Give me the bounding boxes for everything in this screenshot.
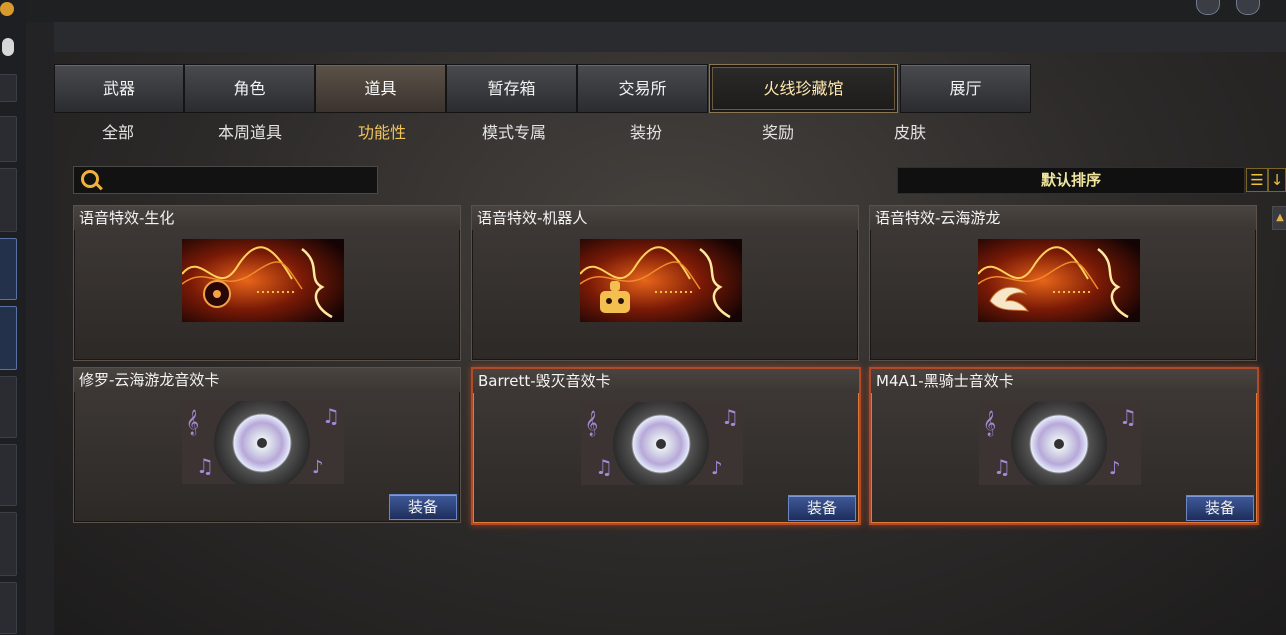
sort-dropdown[interactable]: 默认排序 [897,167,1245,194]
item-title: 语音特效-机器人 [477,209,588,227]
subtab-rewards[interactable]: 奖励 [718,114,838,152]
subcategory-tabs: 全部 本周道具 功能性 模式专属 装扮 奖励 皮肤 [54,114,1286,152]
left-gap [26,0,54,635]
voice-effect-image [580,239,742,322]
sound-card-image: 𝄞 ♫ ♫ ♪ [979,402,1141,485]
svg-text:♪: ♪ [1109,458,1121,479]
sound-card-image: 𝄞 ♫ ♫ ♪ [182,401,344,484]
sound-card-image: 𝄞 ♫ ♫ ♪ [581,402,743,485]
svg-text:♫: ♫ [322,404,340,428]
svg-text:𝄞: 𝄞 [983,410,996,436]
subtab-functional[interactable]: 功能性 [322,114,442,152]
header-bar [54,22,1286,52]
sidebar-slot[interactable] [0,582,17,634]
svg-text:♫: ♫ [595,455,613,479]
sidebar-slot[interactable] [0,444,17,506]
sidebar-slot[interactable] [0,306,17,370]
item-card[interactable]: 语音特效-机器人 [471,205,859,361]
left-sidebar [0,0,27,635]
sidebar-slot[interactable] [0,116,17,162]
svg-text:𝄞: 𝄞 [186,409,199,435]
svg-text:♫: ♫ [721,405,739,429]
tab-weapons[interactable]: 武器 [54,64,184,113]
coin-icon [0,2,14,16]
svg-text:♪: ♪ [711,458,723,479]
search-zoom-icon[interactable] [1236,0,1260,15]
tab-characters[interactable]: 角色 [184,64,315,113]
tab-exchange[interactable]: 交易所 [577,64,708,113]
top-bar [26,0,1286,22]
sidebar-slot[interactable] [0,512,17,576]
svg-text:♫: ♫ [196,454,214,478]
svg-text:𝄞: 𝄞 [585,410,598,436]
tab-storage[interactable]: 暂存箱 [446,64,577,113]
item-card[interactable]: 修罗-云海游龙音效卡 𝄞 ♫ ♫ ♪ 装备 [73,367,461,523]
item-card[interactable]: 语音特效-生化 [73,205,461,361]
item-title: 语音特效-云海游龙 [875,209,1001,227]
item-card-selected[interactable]: M4A1-黑骑士音效卡 𝄞 ♫ ♫ ♪ 装备 [869,367,1259,525]
list-view-icon[interactable]: ☰ [1246,168,1268,192]
equip-button[interactable]: 装备 [1186,495,1254,521]
sidebar-slot[interactable] [0,376,17,438]
subtab-skins[interactable]: 皮肤 [850,114,970,152]
svg-text:♫: ♫ [993,455,1011,479]
svg-text:♪: ♪ [312,457,324,478]
tab-items[interactable]: 道具 [315,64,446,113]
target-icon[interactable] [1196,0,1220,15]
store-panel: 武器 角色 道具 暂存箱 交易所 火线珍藏馆 展厅 全部 本周道具 功能性 模式… [54,52,1286,635]
item-title: Barrett-毁灭音效卡 [478,372,611,390]
equip-button[interactable]: 装备 [389,494,457,520]
sidebar-slot[interactable] [0,168,17,232]
sidebar-slot[interactable] [0,74,17,102]
search-icon [81,170,99,188]
search-box[interactable] [73,166,378,194]
item-card-selected[interactable]: Barrett-毁灭音效卡 𝄞 ♫ ♫ ♪ 装备 [471,367,861,525]
subtab-mode-exclusive[interactable]: 模式专属 [454,114,574,152]
voice-effect-image [978,239,1140,322]
scroll-up-arrow[interactable]: ▲ [1272,206,1286,230]
subtab-all[interactable]: 全部 [58,114,178,152]
tab-showroom[interactable]: 展厅 [900,64,1031,113]
sort-desc-icon[interactable]: ↓ [1268,168,1286,192]
equip-button[interactable]: 装备 [788,495,856,521]
item-title: 语音特效-生化 [79,209,175,227]
subtab-appearance[interactable]: 装扮 [586,114,706,152]
item-card[interactable]: 语音特效-云海游龙 [869,205,1257,361]
voice-effect-image [182,239,344,322]
tab-collection-hall[interactable]: 火线珍藏馆 [709,64,898,113]
biohazard-icon [203,280,231,308]
subtab-weekly[interactable]: 本周道具 [190,114,310,152]
svg-text:♫: ♫ [1119,405,1137,429]
sidebar-slot[interactable] [0,238,17,300]
mouse-icon [2,38,14,56]
item-title: 修罗-云海游龙音效卡 [79,371,220,389]
item-title: M4A1-黑骑士音效卡 [876,372,1014,390]
